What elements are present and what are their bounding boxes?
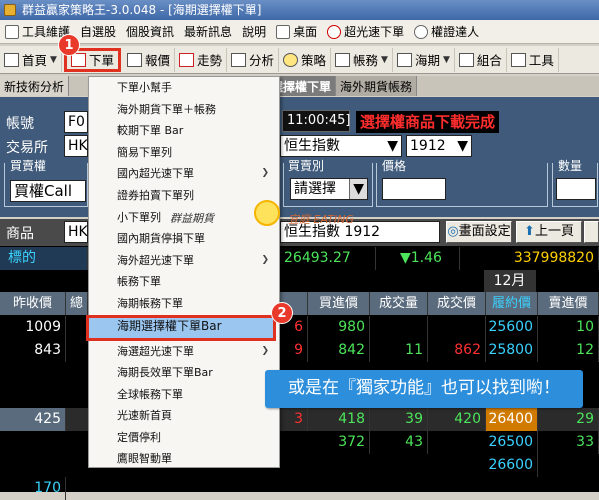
chevron-down-icon: ▼ (349, 179, 367, 199)
price-field[interactable] (382, 178, 446, 200)
col-volume: 成交量 (370, 292, 428, 315)
col-prev-close: 昨收價 (0, 292, 66, 315)
rocket-icon (327, 24, 342, 39)
menu-item-overseas-order-account[interactable]: 海外期貨下單＋帳務 (89, 99, 279, 121)
direction-group-label: 買賣別 (286, 157, 327, 174)
target-label: 標的 (0, 247, 88, 270)
month-label: 12月 (484, 270, 536, 293)
col-total: 總 (66, 292, 88, 315)
toolbar: 首頁 ▼ 下單 報價 走勢 分析 策略 帳務 ▼ 海期 ▼ 組合 工具 (0, 46, 599, 74)
menu-desktop[interactable]: 桌面 (271, 21, 322, 43)
menu-item-eagle-eye[interactable]: 鷹眼智動單 (89, 448, 279, 470)
home-button[interactable]: 首頁 ▼ (0, 47, 62, 72)
screen-settings-button[interactable]: ◎畫面設定 (446, 221, 512, 243)
direction-select[interactable]: 請選擇 ▼ (290, 178, 368, 200)
desktop-icon (276, 24, 291, 39)
time-display: 11:00:45] (282, 110, 350, 132)
step-badge-2: 2 (271, 302, 293, 324)
menu-help[interactable]: 說明 (237, 21, 271, 43)
next-page-button[interactable] (584, 221, 599, 243)
menu-item-account-order[interactable]: 帳務下單 (89, 271, 279, 293)
menu-item-light-order-bar[interactable]: 較期下單 Bar (89, 120, 279, 142)
menu-item-long-order[interactable]: 海期長效單下單Bar (89, 362, 279, 384)
prev-page-button[interactable]: ⬆上一頁 (516, 221, 582, 243)
callout-banner: 或是在『獨家功能』也可以找到喲！ (265, 370, 583, 408)
trend-icon (178, 52, 194, 67)
menu-fast-order[interactable]: 超光速下單 (322, 21, 409, 43)
menu-item-overseas-account-order[interactable]: 海期帳務下單 (89, 293, 279, 315)
settings-icon: ◎ (447, 224, 459, 239)
chevron-right-icon: ❯ (261, 254, 269, 265)
table-row[interactable]: 170 (0, 477, 599, 500)
trend-button[interactable]: 走勢 (175, 47, 227, 72)
app-icon (4, 4, 16, 16)
strategy-button[interactable]: 策略 (279, 47, 332, 72)
col-strike: 履約價 (486, 292, 538, 315)
target-volume: 337998820 (484, 247, 599, 270)
product-label: 商品 (6, 226, 34, 242)
overseas-futures-button[interactable]: 海期 ▼ (393, 47, 455, 72)
tab-overseas-account[interactable]: 海外期貨帳務 (336, 76, 418, 96)
analysis-button[interactable]: 分析 (227, 47, 279, 72)
index-select[interactable]: 恒生指數 ▼ (280, 135, 402, 157)
col-last: 成交價 (428, 292, 486, 315)
chevron-right-icon: ❯ (261, 345, 269, 356)
buysell-group-label: 買賣權 (8, 157, 49, 174)
price-group-label: 價格 (380, 157, 409, 174)
target-change: ▼1.46 (400, 247, 460, 270)
col-bid: 買進價 (308, 292, 370, 315)
order-dropdown-menu: 下單小幫手 海外期貨下單＋帳務 較期下單 Bar 簡易下單列 國內超光速下單 ❯ … (86, 76, 280, 470)
menu-item-simple-order[interactable]: 簡易下單列 (89, 142, 279, 164)
status-message: 選擇權商品下載完成 (356, 111, 500, 133)
product-field[interactable]: HK (64, 221, 88, 243)
chevron-down-icon: ▼ (387, 138, 398, 154)
menu-item-price-stop[interactable]: 定價停利 (89, 427, 279, 449)
menu-item-domestic-fast[interactable]: 國內超光速下單 ❯ (89, 163, 279, 185)
account-icon (335, 52, 351, 67)
menu-watchlist[interactable]: 自選股 (75, 21, 121, 43)
chevron-down-icon: ▼ (457, 138, 468, 154)
account-label: 帳號 (6, 116, 34, 132)
wrench-icon (510, 52, 526, 67)
face-icon (414, 24, 429, 39)
combo-icon (458, 52, 474, 67)
exchange-field[interactable]: HK (64, 135, 88, 157)
arrow-up-icon: ⬆ (524, 224, 535, 239)
col-ask: 賣進價 (538, 292, 599, 315)
menu-item-stop-loss[interactable]: 國內期貨停損下單 (89, 228, 279, 250)
window-title: 群益贏家策略王-3.0.048 - [海期選擇權下單] (22, 3, 262, 17)
chevron-right-icon: ❯ (261, 168, 269, 179)
account-field[interactable]: F0 (64, 111, 88, 133)
step-badge-1: 1 (58, 34, 80, 56)
menu-item-option-fast[interactable]: 海選超光速下單 ❯ (89, 341, 279, 363)
menu-item-global-account[interactable]: 全球帳務下單 (89, 384, 279, 406)
account-button[interactable]: 帳務 ▼ (331, 47, 393, 72)
tools-button[interactable]: 工具 (507, 47, 559, 72)
menu-bar: 工具維護 自選股 個股資訊 最新訊息 說明 桌面 超光速下單 權證達人 (0, 20, 599, 44)
menu-news[interactable]: 最新訊息 (179, 21, 237, 43)
sun-face-icon (254, 200, 280, 226)
combo-button[interactable]: 組合 (455, 47, 507, 72)
overseas-icon (396, 52, 412, 67)
menu-item-option-order-bar[interactable]: 海期選擇權下單Bar (86, 314, 276, 341)
menu-item-overseas-fast[interactable]: 海外超光速下單 ❯ (89, 250, 279, 272)
crown-icon (5, 24, 19, 39)
quote-button[interactable]: 報價 (123, 47, 175, 72)
analysis-icon (230, 52, 246, 67)
lightbulb-icon (283, 52, 298, 67)
menu-stock-info[interactable]: 個股資訊 (121, 21, 179, 43)
menu-warrant[interactable]: 權證達人 (409, 21, 484, 43)
target-price: 26493.27 (280, 247, 376, 270)
tab-technical-analysis[interactable]: 新技術分析 (0, 76, 70, 96)
menu-item-fast-home[interactable]: 光速新首頁 (89, 405, 279, 427)
quote-icon (126, 52, 142, 67)
window-title-bar: 群益贏家策略王-3.0.048 - [海期選擇權下單] (0, 0, 599, 20)
home-icon (4, 52, 19, 67)
exchange-label: 交易所 (6, 140, 48, 156)
qty-group-label: 數量 (556, 157, 585, 174)
qty-field[interactable] (556, 178, 596, 200)
menu-item-order-helper[interactable]: 下單小幫手 (89, 77, 279, 99)
buysell-select[interactable]: 買權Call (10, 180, 86, 202)
month-select[interactable]: 1912 ▼ (406, 135, 472, 157)
